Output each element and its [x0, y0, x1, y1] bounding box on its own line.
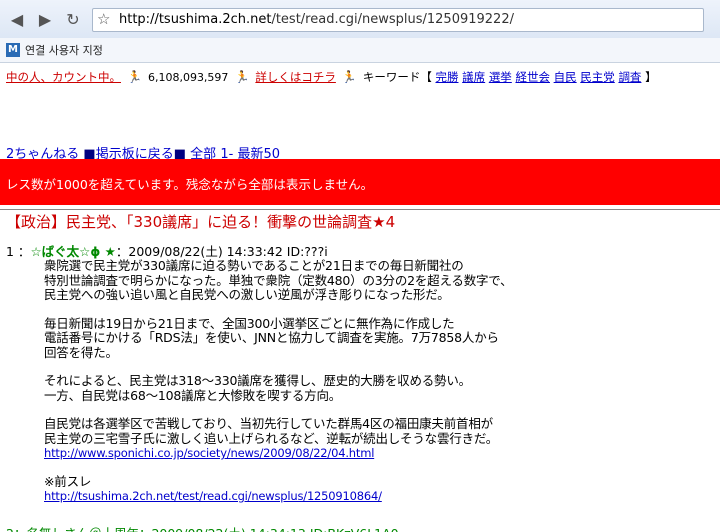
source-link[interactable]: http://www.sponichi.co.jp/society/news/2… — [44, 446, 374, 460]
back-icon[interactable]: ◀ — [6, 9, 28, 31]
post-date: 2009/08/22(土) 14:33:42 ID:???i — [128, 244, 328, 259]
keyword-link[interactable]: 自民 — [554, 70, 577, 84]
post-1: 1 ：☆ばぐ太☆ϕ ★：2009/08/22(土) 14:33:42 ID:??… — [6, 241, 706, 504]
keyword-link[interactable]: 完勝 — [436, 70, 459, 84]
runner-icon-2: 🏃 — [234, 70, 250, 84]
bookmark-item[interactable]: M 연결 사용자 지정 — [6, 42, 103, 58]
keyword-link[interactable]: 選挙 — [489, 70, 512, 84]
address-bar[interactable]: ☆ http://tsushima.2ch.net/test/read.cgi/… — [92, 8, 704, 32]
runner-icon-3: 🏃 — [341, 70, 357, 84]
prev-thread-link[interactable]: http://tsushima.2ch.net/test/read.cgi/ne… — [44, 489, 382, 503]
access-counter: 6,108,093,597 — [147, 70, 229, 84]
forward-icon[interactable]: ▶ — [34, 9, 56, 31]
runner-icon: 🏃 — [127, 70, 142, 84]
star-icon[interactable]: ☆ — [97, 10, 110, 28]
details-link[interactable]: 詳しくはコチラ — [255, 69, 336, 85]
url-text: http://tsushima.2ch.net/test/read.cgi/ne… — [119, 12, 514, 27]
counter-bar: 中の人、カウント中。 🏃 6,108,093,597 🏃 詳しくはコチラ 🏃 キ… — [6, 69, 657, 85]
bookmarks-bar: M 연결 사용자 지정 — [0, 38, 720, 63]
keyword-list: キーワード【 完勝 議席 選挙 経世会 自民 民主党 調査 】 — [362, 70, 657, 84]
poster-name: ☆ばぐ太☆ϕ ★ — [30, 244, 116, 259]
post-body: 衆院選で民主党が330議席に迫る勢いであることが21日までの毎日新聞社の 特別世… — [44, 258, 706, 504]
prev-thread-label: ※前スレ — [44, 473, 92, 489]
counter-link[interactable]: 中の人、カウント中。 — [6, 69, 121, 85]
keyword-link[interactable]: 議席 — [462, 70, 485, 84]
bookmark-icon: M — [6, 43, 20, 57]
bookmark-label: 연결 사용자 지정 — [25, 44, 103, 57]
next-post-header: 2：名無しさん＠十周年：2009/08/22(土) 14:34:13 ID:BK… — [6, 523, 399, 532]
page-content: 中の人、カウント中。 🏃 6,108,093,597 🏃 詳しくはコチラ 🏃 キ… — [0, 63, 720, 532]
thread-title: 【政治】民主党、「330議席」に迫る！衝撃の世論調査★4 — [6, 213, 396, 231]
keyword-link[interactable]: 調査 — [618, 70, 641, 84]
overflow-banner: レス数が1000を超えています。残念ながら全部は表示しません。 — [0, 159, 720, 205]
divider — [0, 209, 720, 210]
keyword-link[interactable]: 民主党 — [580, 70, 615, 84]
browser-toolbar: ◀ ▶ ↻ ☆ http://tsushima.2ch.net/test/rea… — [0, 0, 720, 39]
reload-icon[interactable]: ↻ — [62, 9, 84, 31]
keyword-link[interactable]: 経世会 — [515, 70, 550, 84]
